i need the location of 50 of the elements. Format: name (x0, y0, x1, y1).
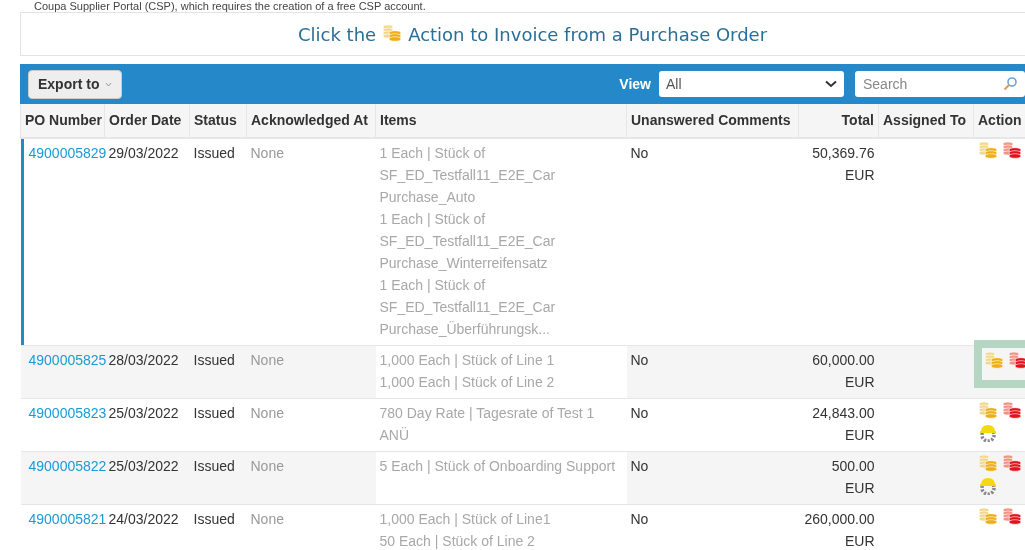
comments-text: No (630, 145, 649, 161)
total-amount: 50,369.76 EUR (812, 145, 875, 183)
item-text: 1 Each | Stück of SF_ED_Testfall11_E2E_Car Purchase_Überführungsk... (379, 276, 557, 339)
column-header[interactable]: Acknowledged At (246, 104, 376, 138)
column-header[interactable]: Order Date (104, 104, 190, 138)
total-amount: 60,000.00 EUR (812, 352, 875, 390)
order-date: 24/03/2022 (108, 511, 179, 527)
banner-text: Click the (298, 22, 377, 47)
comments-text: No (630, 405, 649, 421)
order-date: 25/03/2022 (108, 458, 179, 474)
item-text: 1,000 Each | Stück of Line 2 (379, 373, 556, 392)
item-text: 780 Day Rate | Tagesrate of Test 1 ANÜ (379, 404, 596, 445)
column-header[interactable]: Items (375, 104, 627, 138)
status-text: Issued (193, 458, 235, 474)
total-amount: 260,000.00 EUR (804, 511, 875, 549)
item-text: 1 Each | Stück of SF_ED_Testfall11_E2E_Car Purchase_Winterreifensatz (379, 210, 557, 273)
status-text: Issued (193, 352, 235, 368)
acknowledged-text: None (250, 352, 284, 368)
search-field[interactable]: Search (855, 71, 1025, 97)
status-text: Issued (193, 145, 235, 161)
acknowledged-text: None (250, 405, 284, 421)
acknowledged-text: None (250, 458, 284, 474)
export-button[interactable]: Export to (28, 69, 123, 99)
acknowledged-text: None (250, 145, 284, 161)
intro-text: Coupa Supplier Portal (CSP), which requires the creation of a free CSP account. (34, 0, 427, 12)
column-header[interactable]: Unanswered Comments (626, 104, 799, 138)
view-select[interactable]: All (659, 71, 844, 97)
item-text: 50 Each | Stück of Line 2 (379, 532, 536, 550)
item-text: 1 Each | Stück of SF_ED_Testfall11_E2E_Car Purchase_Auto (379, 144, 557, 207)
total-amount: 24,843.00 EUR (812, 405, 875, 443)
view-label: View (619, 74, 651, 94)
item-text: 1,000 Each | Stück of Line 1 (379, 351, 556, 370)
status-text: Issued (193, 511, 235, 527)
order-date: 29/03/2022 (108, 145, 179, 161)
total-amount: 500.00 EUR (831, 458, 875, 496)
column-header[interactable]: Action (973, 104, 1025, 138)
comments-text: No (630, 511, 649, 527)
column-header[interactable]: Assigned To (878, 104, 974, 138)
order-date: 25/03/2022 (108, 405, 179, 421)
banner-text: Action to Invoice from a Purchase Order (408, 22, 768, 47)
status-text: Issued (193, 405, 235, 421)
comments-text: No (630, 458, 649, 474)
column-header[interactable]: Status (189, 104, 247, 138)
order-date: 28/03/2022 (108, 352, 179, 368)
item-text: 1,000 Each | Stück of Line1 (379, 510, 552, 529)
item-text: 5 Each | Stück of Onboarding Support (379, 457, 617, 476)
acknowledged-text: None (250, 511, 284, 527)
column-header[interactable]: Total (798, 104, 879, 138)
comments-text: No (630, 352, 649, 368)
column-header[interactable]: PO Number (20, 104, 105, 138)
